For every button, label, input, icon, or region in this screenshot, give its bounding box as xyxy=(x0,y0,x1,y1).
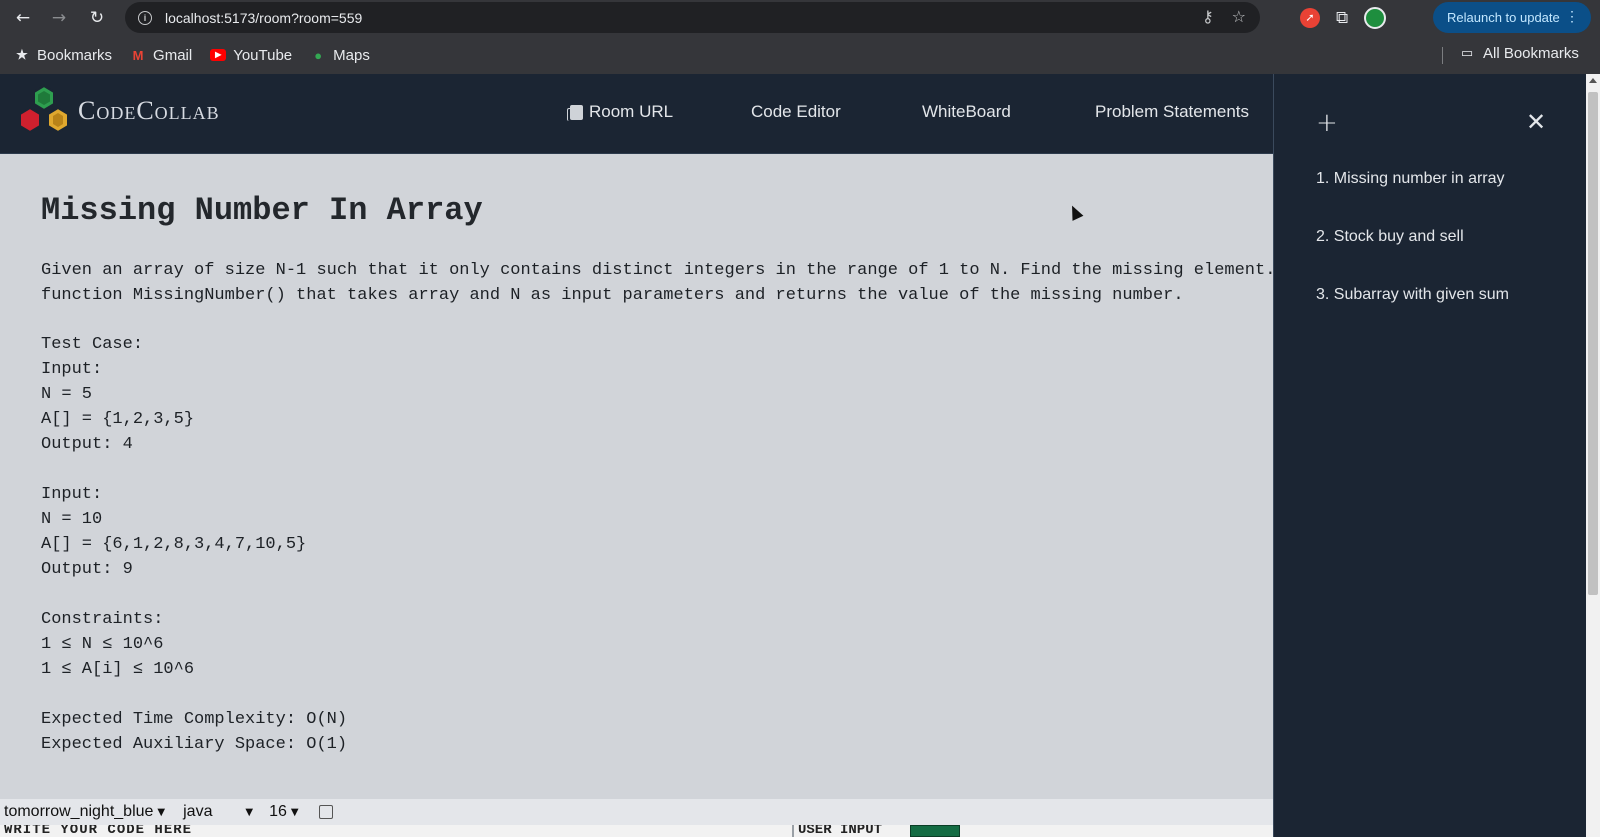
back-icon[interactable]: ← xyxy=(6,1,40,35)
chevron-down-icon: ▼ xyxy=(290,806,299,818)
nav-problem-statements[interactable]: Problem Statements xyxy=(1095,102,1249,122)
problem-list-item[interactable]: 2. Stock buy and sell xyxy=(1316,228,1509,286)
extensions-puzzle-icon[interactable]: ⧉ xyxy=(1336,8,1348,28)
bookmark-youtube[interactable]: ▶ YouTube xyxy=(210,47,292,64)
problem-detail-line: Expected Auxiliary Space: O(1) xyxy=(41,735,348,754)
address-bar[interactable]: i localhost:5173/room?room=559 ⚷ ☆ xyxy=(125,2,1260,33)
problem-detail-line: N = 10 xyxy=(41,510,103,529)
app-navbar: CodeCollab Room URL Code Editor WhiteBoa… xyxy=(0,74,1273,154)
editor-divider[interactable] xyxy=(792,825,794,837)
nav-code-editor[interactable]: Code Editor xyxy=(751,102,841,122)
font-size-select[interactable]: 16 ▼ xyxy=(269,801,299,823)
more-menu-icon[interactable]: ⋮ xyxy=(1565,8,1579,25)
problem-detail-line: 1 ≤ N ≤ 10^6 xyxy=(41,635,164,654)
profile-avatar[interactable] xyxy=(1364,6,1387,29)
problem-detail-line: Input: xyxy=(41,485,103,504)
language-select[interactable]: java ▼ xyxy=(183,801,253,823)
bookmark-maps[interactable]: ● Maps xyxy=(310,47,370,64)
extension-icon[interactable]: ➚ xyxy=(1300,7,1320,28)
codecollab-logo[interactable] xyxy=(16,84,74,140)
chevron-down-icon: ▼ xyxy=(245,806,254,818)
bookmarks-bar: ★ Bookmarks M Gmail ▶ YouTube ● Maps ▭ A… xyxy=(0,36,1600,74)
browser-toolbar: ← → ↻ i localhost:5173/room?room=559 ⚷ ☆… xyxy=(0,0,1600,36)
problem-detail-line: 1 ≤ A[i] ≤ 10^6 xyxy=(41,660,195,679)
editor-toolbar: tomorrow_night_blue ▼ java ▼ 16 ▼ xyxy=(0,799,1273,825)
problem-details: Test Case: Input: N = 5 A[] = {1,2,3,5} Outp… xyxy=(41,332,347,757)
download-icon[interactable] xyxy=(318,805,333,819)
problem-detail-line xyxy=(41,682,347,707)
close-icon[interactable]: ✕ xyxy=(1526,108,1546,136)
maps-icon: ● xyxy=(314,47,323,63)
folder-icon: ▭ xyxy=(1460,46,1474,61)
add-problem-icon[interactable]: + xyxy=(1316,108,1338,138)
problem-detail-line: Test Case: xyxy=(41,335,144,354)
relaunch-label: Relaunch to update xyxy=(1447,10,1560,25)
relaunch-button[interactable]: Relaunch to update ⋮ xyxy=(1433,2,1591,33)
scroll-up-icon[interactable] xyxy=(1589,78,1597,83)
page-scrollbar[interactable] xyxy=(1586,74,1600,837)
problem-detail-line: A[] = {1,2,3,5} xyxy=(41,410,195,429)
problem-detail-line xyxy=(41,457,347,482)
code-editor-area[interactable]: WRITE YOUR CODE HERE USER INPUT xyxy=(0,825,1273,837)
problem-title: Missing Number In Array xyxy=(41,192,483,229)
copy-icon xyxy=(567,104,583,121)
problem-description: Given an array of size N-1 such that it … xyxy=(41,261,1273,305)
youtube-icon: ▶ xyxy=(210,47,227,63)
nav-whiteboard[interactable]: WhiteBoard xyxy=(922,102,1011,122)
bookmark-star-icon[interactable]: ☆ xyxy=(1232,7,1246,26)
problem-list-item[interactable]: 1. Missing number in array xyxy=(1316,170,1509,228)
brand-name[interactable]: CodeCollab xyxy=(78,96,220,126)
problem-statement-panel: Missing Number In Array Given an array o… xyxy=(0,154,1273,799)
problem-detail-line: Output: 4 xyxy=(41,435,133,454)
star-icon: ★ xyxy=(16,47,28,62)
all-bookmarks-button[interactable]: ▭ All Bookmarks xyxy=(1459,45,1579,62)
forward-icon[interactable]: → xyxy=(42,1,76,35)
theme-select[interactable]: tomorrow_night_blue ▼ xyxy=(4,801,165,823)
nav-room-url[interactable]: Room URL xyxy=(567,102,673,122)
reload-icon[interactable]: ↻ xyxy=(80,1,114,35)
run-button[interactable] xyxy=(910,825,960,837)
gmail-icon: M xyxy=(132,47,144,63)
problem-detail-line: N = 5 xyxy=(41,385,93,404)
problem-detail-line: Input: xyxy=(41,360,103,379)
problem-detail-line: Constraints: xyxy=(41,610,164,629)
problem-list-item[interactable]: 3. Subarray with given sum xyxy=(1316,286,1509,344)
user-input-label: USER INPUT xyxy=(798,825,883,837)
problem-list: 1. Missing number in array 2. Stock buy … xyxy=(1316,170,1509,344)
editor-placeholder: WRITE YOUR CODE HERE xyxy=(4,825,193,837)
password-key-icon[interactable]: ⚷ xyxy=(1202,7,1214,26)
scrollbar-thumb[interactable] xyxy=(1588,92,1598,595)
problem-detail-line: Output: 9 xyxy=(41,560,133,579)
bookmark-bookmarks[interactable]: ★ Bookmarks xyxy=(14,47,112,64)
chevron-down-icon: ▼ xyxy=(157,806,166,818)
site-info-icon[interactable]: i xyxy=(138,10,152,25)
url-text[interactable]: localhost:5173/room?room=559 xyxy=(165,10,362,26)
bookmark-gmail[interactable]: M Gmail xyxy=(130,47,193,64)
problem-detail-line: A[] = {6,1,2,8,3,4,7,10,5} xyxy=(41,535,307,554)
problem-detail-line: Expected Time Complexity: O(N) xyxy=(41,710,348,729)
problem-list-panel: + ✕ 1. Missing number in array 2. Stock … xyxy=(1273,74,1586,837)
problem-detail-line xyxy=(41,582,347,607)
bookmarks-separator xyxy=(1442,47,1443,64)
